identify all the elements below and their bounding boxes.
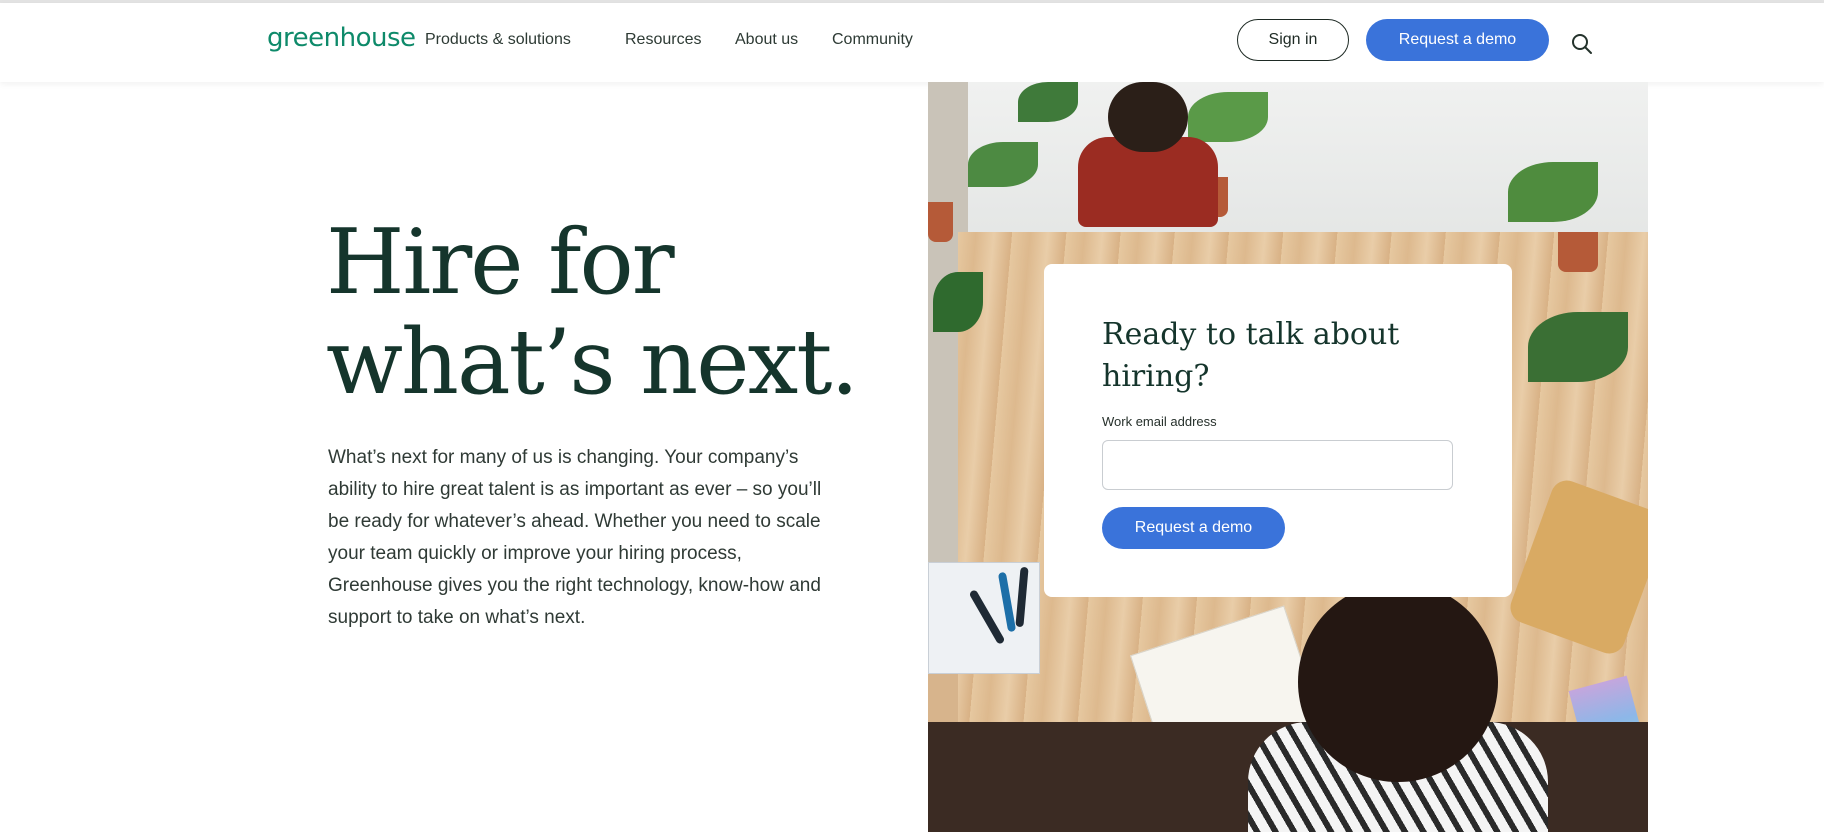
hero-headline: Hire for what’s next. <box>326 213 886 413</box>
nav-community[interactable]: Community <box>832 31 913 49</box>
plant-leaf <box>1018 82 1078 122</box>
person-bottom-head <box>1298 582 1498 782</box>
email-field[interactable] <box>1102 440 1453 490</box>
sign-in-button[interactable]: Sign in <box>1237 19 1349 61</box>
hero-body-text: What’s next for many of us is changing. … <box>328 447 822 628</box>
plant-leaf <box>968 142 1038 187</box>
card-title: Ready to talk about hiring? <box>1102 317 1400 394</box>
plant-pot <box>1558 232 1598 272</box>
nav-about-us[interactable]: About us <box>735 31 798 49</box>
site-header: greenhouse Products & solutions Resource… <box>0 3 1824 82</box>
plant-leaf <box>1528 312 1628 382</box>
email-label: Work email address <box>1102 414 1217 429</box>
nav-resources[interactable]: Resources <box>625 31 701 49</box>
plant-leaf <box>933 272 983 332</box>
request-demo-button[interactable]: Request a demo <box>1366 19 1549 61</box>
hero-headline-line2: what’s next. <box>326 310 859 415</box>
search-icon[interactable] <box>1571 33 1593 55</box>
greenhouse-logo[interactable]: greenhouse <box>267 23 416 53</box>
person-top-head <box>1108 82 1188 152</box>
plant-leaf <box>1508 162 1598 222</box>
hero-headline-line1: Hire for <box>326 210 675 315</box>
plant-leaf <box>1188 92 1268 142</box>
card-request-demo-button[interactable]: Request a demo <box>1102 507 1285 549</box>
plant-pot <box>928 202 953 242</box>
demo-request-card: Ready to talk about hiring? Work email a… <box>1044 264 1512 597</box>
nav-products-solutions[interactable]: Products & solutions <box>425 31 571 49</box>
